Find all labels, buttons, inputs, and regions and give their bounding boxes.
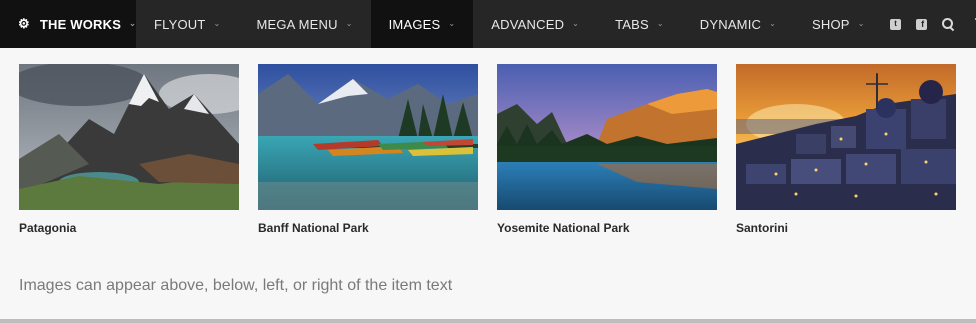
chevron-down-icon: ⌄ bbox=[769, 18, 777, 28]
image-card-banff[interactable]: Banff National Park bbox=[258, 64, 478, 235]
chevron-down-icon: ⌄ bbox=[213, 18, 221, 28]
menu-item-flyout[interactable]: FLYOUT ⌄ bbox=[136, 0, 238, 48]
image-card-santorini[interactable]: Santorini bbox=[736, 64, 956, 235]
chevron-down-icon: ⌄ bbox=[857, 18, 865, 28]
images-help-text: Images can appear above, below, left, or… bbox=[19, 277, 453, 294]
chevron-down-icon: ⌄ bbox=[448, 18, 456, 28]
twitter-link[interactable]: t bbox=[883, 0, 909, 48]
menu-item-label: SHOP bbox=[812, 16, 850, 32]
menu-item-label: IMAGES bbox=[388, 16, 441, 32]
image-card-row: Patagonia Banff National Park Yosemite N… bbox=[19, 64, 975, 235]
yosemite-image bbox=[497, 64, 717, 210]
main-menu-bar: ⚙ THE WORKS ⌄ FLYOUT ⌄ MEGA MENU ⌄ IMAGE… bbox=[0, 0, 976, 48]
menu-item-advanced[interactable]: ADVANCED ⌄ bbox=[473, 0, 597, 48]
chevron-down-icon: ⌄ bbox=[129, 18, 137, 28]
card-caption: Yosemite National Park bbox=[497, 221, 630, 235]
chevron-down-icon: ⌄ bbox=[656, 18, 664, 28]
gear-icon: ⚙ bbox=[18, 16, 30, 31]
menu-item-label: TABS bbox=[615, 16, 649, 32]
menu-item-label: MEGA MENU bbox=[256, 16, 338, 32]
menu-item-shop[interactable]: SHOP ⌄ bbox=[794, 0, 883, 48]
card-caption: Banff National Park bbox=[258, 221, 369, 235]
menu-item-dynamic[interactable]: DYNAMIC ⌄ bbox=[682, 0, 794, 48]
card-caption: Patagonia bbox=[19, 221, 77, 235]
banff-image bbox=[258, 64, 478, 210]
menu-item-label: DYNAMIC bbox=[699, 16, 762, 32]
search-button[interactable] bbox=[935, 0, 961, 48]
images-dropdown-panel: Patagonia Banff National Park Yosemite N… bbox=[0, 48, 976, 319]
chevron-down-icon: ⌄ bbox=[345, 18, 353, 28]
image-card-patagonia[interactable]: Patagonia bbox=[19, 64, 239, 235]
facebook-icon: f bbox=[916, 18, 928, 30]
card-caption: Santorini bbox=[736, 221, 789, 235]
page-bottom-strip bbox=[0, 319, 976, 323]
menu-item-mega-menu[interactable]: MEGA MENU ⌄ bbox=[238, 0, 370, 48]
menu-item-label: ADVANCED bbox=[491, 16, 565, 32]
menu-item-tabs[interactable]: TABS ⌄ bbox=[597, 0, 682, 48]
search-icon bbox=[941, 18, 954, 30]
patagonia-image bbox=[19, 64, 239, 210]
image-card-yosemite[interactable]: Yosemite National Park bbox=[497, 64, 717, 235]
chevron-down-icon: ⌄ bbox=[572, 18, 580, 28]
menu-item-the-works[interactable]: ⚙ THE WORKS ⌄ bbox=[0, 0, 136, 48]
menu-item-label: FLYOUT bbox=[154, 16, 206, 32]
menu-item-images[interactable]: IMAGES ⌄ bbox=[370, 0, 474, 48]
menu-item-label: THE WORKS bbox=[39, 16, 122, 32]
menu-icon-group: t f 1 bbox=[883, 0, 976, 48]
santorini-image bbox=[736, 64, 956, 210]
twitter-icon: t bbox=[890, 18, 902, 30]
facebook-link[interactable]: f bbox=[909, 0, 935, 48]
